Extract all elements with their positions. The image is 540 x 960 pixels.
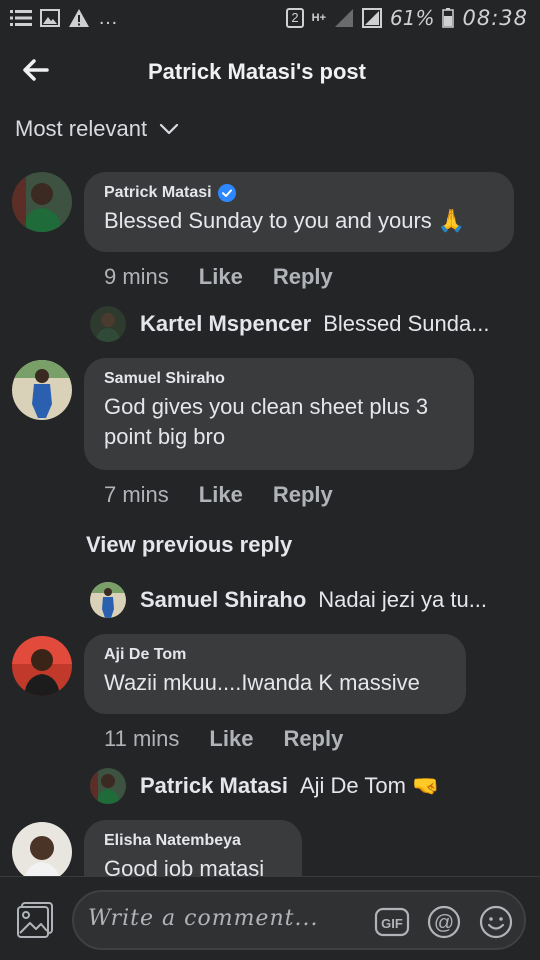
status-bar: … 2 H+ 61% 08:38 [0, 0, 540, 36]
signal-icon [335, 9, 354, 27]
comment-actions: 7 mins Like Reply [104, 482, 333, 508]
avatar [90, 582, 126, 618]
comments-list: Patrick Matasi Blessed Sunday to you and… [0, 168, 540, 876]
comment-author[interactable]: Samuel Shiraho [104, 370, 454, 388]
avatar[interactable] [12, 360, 72, 420]
clock: 08:38 [462, 6, 528, 30]
reply-text: Blessed Sunda... [323, 311, 490, 336]
comment-input[interactable]: Write a comment... GIF @ [72, 890, 526, 950]
reply-text: Aji De Tom 🤜 [299, 773, 440, 798]
warning-icon [69, 9, 89, 27]
comment-bubble[interactable]: Samuel Shiraho God gives you clean sheet… [84, 358, 474, 470]
comment-composer: Write a comment... GIF @ [0, 876, 540, 960]
reply-button[interactable]: Reply [273, 264, 333, 290]
verified-badge-icon [217, 184, 236, 202]
at-icon: @ [427, 905, 461, 939]
view-previous-reply-link[interactable]: View previous reply [86, 532, 292, 558]
more-notifications-icon: … [98, 7, 118, 29]
sort-label: Most relevant [15, 116, 148, 141]
reply-button[interactable]: Reply [283, 726, 343, 752]
page-title: Patrick Matasi's post [148, 59, 366, 84]
avatar[interactable] [12, 172, 72, 232]
mention-button[interactable]: @ [426, 904, 462, 940]
battery-icon [442, 8, 455, 28]
gif-button[interactable]: GIF [374, 904, 410, 940]
avatar[interactable] [12, 636, 72, 696]
reply-author: Patrick Matasi [140, 773, 288, 798]
photo-icon [17, 902, 53, 938]
comment-time: 9 mins [104, 264, 169, 289]
avatar[interactable] [12, 822, 72, 876]
avatar [90, 306, 126, 342]
chevron-down-icon [159, 123, 179, 135]
comment-text: God gives you clean sheet plus 3 point b… [104, 394, 429, 449]
sort-dropdown[interactable]: Most relevant [15, 116, 179, 142]
comment-text: Wazii mkuu....Iwanda K massive [104, 670, 420, 695]
comment-actions: 11 mins Like Reply [104, 726, 343, 752]
reply-preview[interactable]: Kartel Mspencer Blessed Sunda... [90, 306, 490, 342]
status-bar-left: … [10, 8, 118, 28]
status-bar-right: 2 H+ 61% 08:38 [286, 6, 528, 30]
reply-button[interactable]: Reply [273, 482, 333, 508]
comment-time: 11 mins [104, 726, 180, 751]
comment-bubble[interactable]: Patrick Matasi Blessed Sunday to you and… [84, 172, 514, 252]
comment-bubble[interactable]: Elisha Natembeya Good job matasi [84, 820, 302, 876]
gif-label: GIF [381, 916, 403, 931]
at-label: @ [434, 912, 454, 934]
smiley-icon [479, 905, 513, 939]
reply-preview[interactable]: Samuel Shiraho Nadai jezi ya tu... [90, 582, 487, 618]
comment-author[interactable]: Elisha Natembeya [104, 832, 282, 850]
comment-actions: 9 mins Like Reply [104, 264, 333, 290]
comment-placeholder: Write a comment... [88, 906, 319, 931]
comment-time: 7 mins [104, 482, 169, 507]
reply-text: Nadai jezi ya tu... [318, 587, 488, 612]
battery-percent: 61% [390, 6, 435, 30]
comment-author[interactable]: Patrick Matasi [104, 184, 494, 202]
like-button[interactable]: Like [209, 726, 253, 752]
add-photo-button[interactable] [16, 901, 54, 939]
comment-bubble[interactable]: Aji De Tom Wazii mkuu....Iwanda K massiv… [84, 634, 466, 714]
reply-author: Kartel Mspencer [140, 311, 312, 336]
sim-badge: 2 [286, 8, 304, 28]
list-icon [10, 10, 32, 26]
signal-full-icon [362, 8, 383, 28]
gif-icon: GIF [374, 907, 410, 937]
image-icon [40, 9, 60, 27]
network-type: H+ [311, 11, 327, 24]
emoji-button[interactable] [478, 904, 514, 940]
avatar [90, 768, 126, 804]
like-button[interactable]: Like [199, 264, 243, 290]
reply-author: Samuel Shiraho [140, 587, 307, 612]
post-header: Patrick Matasi's post [0, 40, 540, 104]
comment-text: Blessed Sunday to you and yours 🙏 [104, 208, 466, 233]
comment-text: Good job matasi [104, 856, 265, 876]
comment-author[interactable]: Aji De Tom [104, 646, 446, 664]
like-button[interactable]: Like [199, 482, 243, 508]
reply-preview[interactable]: Patrick Matasi Aji De Tom 🤜 [90, 768, 439, 804]
